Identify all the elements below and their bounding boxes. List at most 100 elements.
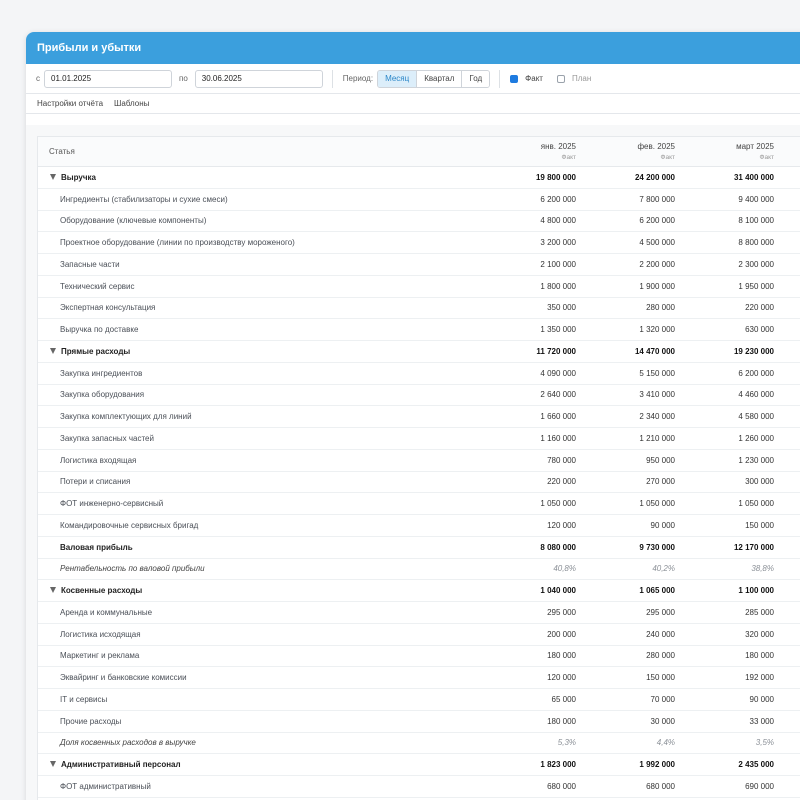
row-label-text: Оборудование (ключевые компоненты) bbox=[60, 216, 207, 226]
column-month: янв. 2025 bbox=[540, 142, 576, 151]
row-value: 950 000 bbox=[646, 455, 675, 465]
row-label-text: Закупка комплектующих для линий bbox=[60, 412, 192, 422]
row-label-text: ФОТ административный bbox=[60, 781, 151, 791]
period-year-button[interactable]: Год bbox=[462, 70, 490, 87]
row-value: 2 200 000 bbox=[639, 259, 675, 269]
row-value: 1 230 000 bbox=[738, 455, 774, 465]
row-value: 14 470 000 bbox=[634, 346, 675, 356]
expand-caret-icon[interactable] bbox=[50, 173, 56, 180]
column-sub: Факт bbox=[759, 154, 774, 161]
row-label: Маркетинг и реклама bbox=[38, 651, 478, 660]
table-row: Закупка комплектующих для линий 1 660 000… bbox=[38, 406, 800, 428]
expand-caret-icon[interactable] bbox=[50, 347, 56, 354]
row-value: 270 000 bbox=[646, 477, 675, 487]
row-label: Рентабельность по валовой прибыли bbox=[38, 564, 478, 573]
row-label-text: Административный персонал bbox=[61, 760, 181, 770]
row-value: 3,5% bbox=[755, 738, 774, 748]
row-label-text: Прямые расходы bbox=[61, 346, 131, 356]
table-group-row[interactable]: Косвенные расходы 1 040 000 1 065 000 1 100… bbox=[38, 580, 800, 602]
tab-templates[interactable]: Шаблоны bbox=[114, 99, 149, 108]
row-value: 38,8% bbox=[751, 564, 774, 574]
row-value: 200 000 bbox=[547, 629, 576, 639]
row-value: 1 950 000 bbox=[738, 281, 774, 291]
plan-checkbox[interactable] bbox=[556, 74, 565, 83]
table-row: Закупка оборудования 2 640 000 3 410 000 4 … bbox=[38, 385, 800, 407]
fact-checkbox[interactable] bbox=[510, 74, 519, 83]
row-label: Косвенные расходы bbox=[38, 586, 478, 595]
row-value: 1 823 000 bbox=[540, 760, 576, 770]
row-value: 240 000 bbox=[646, 629, 675, 639]
row-value: 90 000 bbox=[749, 694, 774, 704]
row-value: 1 050 000 bbox=[738, 499, 774, 509]
row-label-text: Косвенные расходы bbox=[61, 586, 143, 596]
row-label-text: Командировочные сервисных бригад bbox=[60, 520, 199, 530]
row-value: 350 000 bbox=[547, 303, 576, 313]
tab-report-settings[interactable]: Настройки отчёта bbox=[37, 99, 103, 108]
stat-column-header: Статья bbox=[49, 147, 75, 156]
row-label: Экспертная консультация bbox=[38, 303, 478, 312]
expand-caret-icon[interactable] bbox=[50, 761, 56, 768]
table-row: Прочие расходы 180 000 30 000 33 000 bbox=[38, 711, 800, 733]
period-quarter-button[interactable]: Квартал bbox=[417, 70, 463, 87]
row-value: 4 090 000 bbox=[540, 368, 576, 378]
row-value: 2 640 000 bbox=[540, 390, 576, 400]
row-value: 40,8% bbox=[553, 564, 576, 574]
table-row: Запасные части 2 100 000 2 200 000 2 300 00… bbox=[38, 254, 800, 276]
toolbar-divider bbox=[499, 69, 501, 88]
table-row: Доля косвенных расходов в выручке 5,3% 4,4… bbox=[38, 733, 800, 755]
row-label: IT и сервисы bbox=[38, 695, 478, 704]
table-group-row[interactable]: Административный персонал 1 823 000 1 992 … bbox=[38, 754, 800, 776]
row-value: 6 200 000 bbox=[738, 368, 774, 378]
period-month-button[interactable]: Месяц bbox=[378, 70, 418, 87]
row-value: 5 150 000 bbox=[639, 368, 675, 378]
expand-caret-icon[interactable] bbox=[50, 587, 56, 594]
date-from-input[interactable] bbox=[44, 69, 172, 88]
row-value: 4 580 000 bbox=[738, 412, 774, 422]
table-row: Оборудование (ключевые компоненты) 4 800 … bbox=[38, 211, 800, 233]
row-label-text: Доля косвенных расходов в выручке bbox=[60, 738, 196, 748]
row-label: Оборудование (ключевые компоненты) bbox=[38, 216, 478, 225]
row-value: 680 000 bbox=[547, 781, 576, 791]
fact-toggle[interactable]: Факт bbox=[510, 74, 543, 83]
filter-toolbar: с по Период: Месяц Квартал Год Факт План bbox=[26, 64, 800, 94]
row-value: 9 730 000 bbox=[639, 542, 675, 552]
table-row: Технический сервис 1 800 000 1 900 000 1 95… bbox=[38, 276, 800, 298]
row-label-text: Рентабельность по валовой прибыли bbox=[60, 564, 205, 574]
row-value: 1 660 000 bbox=[540, 412, 576, 422]
row-value: 120 000 bbox=[547, 673, 576, 683]
row-value: 7 800 000 bbox=[639, 194, 675, 204]
row-label: Логистика входящая bbox=[38, 456, 478, 465]
row-label-text: Запасные части bbox=[60, 259, 120, 269]
row-value: 680 000 bbox=[646, 781, 675, 791]
row-label: Административный персонал bbox=[38, 760, 478, 769]
date-to-input[interactable] bbox=[194, 69, 323, 88]
row-label: Запасные части bbox=[38, 260, 478, 269]
report-window: Прибыли и убытки с по Период: Месяц Квар… bbox=[26, 32, 800, 800]
row-value: 192 000 bbox=[745, 673, 774, 683]
row-label: Логистика исходящая bbox=[38, 630, 478, 639]
plan-toggle[interactable]: План bbox=[556, 74, 591, 83]
row-value: 4 500 000 bbox=[639, 238, 675, 248]
row-label-text: Потери и списания bbox=[60, 477, 131, 487]
table-row: Валовая прибыль 8 080 000 9 730 000 12 170 … bbox=[38, 537, 800, 559]
row-value: 1 050 000 bbox=[639, 499, 675, 509]
row-value: 12 170 000 bbox=[733, 542, 774, 552]
row-label: Закупка комплектующих для линий bbox=[38, 412, 478, 421]
row-value: 2 100 000 bbox=[540, 259, 576, 269]
column-month: март 2025 bbox=[736, 142, 774, 151]
table-group-row[interactable]: Выручка 19 800 000 24 200 000 31 400 000 bbox=[38, 167, 800, 189]
row-value: 120 000 bbox=[547, 520, 576, 530]
row-value: 280 000 bbox=[646, 651, 675, 661]
row-value: 150 000 bbox=[646, 673, 675, 683]
row-label: ФОТ административный bbox=[38, 782, 478, 791]
row-label: Командировочные сервисных бригад bbox=[38, 521, 478, 530]
row-label-text: Валовая прибыль bbox=[60, 542, 133, 552]
row-value: 8 080 000 bbox=[540, 542, 576, 552]
row-label: Доля косвенных расходов в выручке bbox=[38, 738, 478, 747]
period-label: Период: bbox=[342, 74, 374, 83]
window-titlebar: Прибыли и убытки bbox=[26, 32, 800, 64]
table-row: Логистика исходящая 200 000 240 000 320 000 bbox=[38, 624, 800, 646]
date-to-label: по bbox=[179, 74, 188, 83]
row-value: 285 000 bbox=[745, 607, 774, 617]
table-group-row[interactable]: Прямые расходы 11 720 000 14 470 000 19 230… bbox=[38, 341, 800, 363]
